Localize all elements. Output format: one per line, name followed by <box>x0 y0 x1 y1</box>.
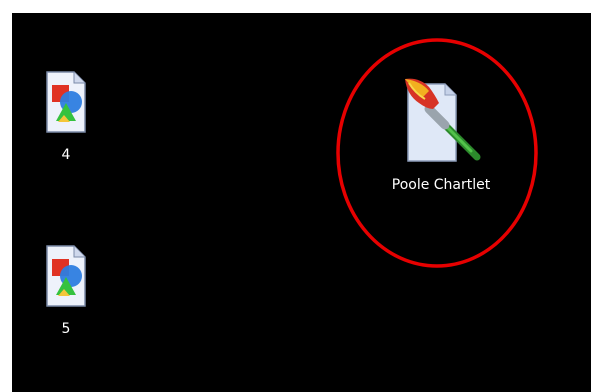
paint-file-icon <box>393 71 489 165</box>
desktop-icon-4[interactable]: 4 <box>30 71 102 163</box>
desktop-icon-label: Poole Chartlet <box>391 177 491 193</box>
desktop: 4 5 Poole Chartlet <box>12 13 591 392</box>
image-file-icon <box>46 245 86 307</box>
desktop-icon-label: 4 <box>61 147 71 163</box>
image-file-icon <box>46 71 86 133</box>
desktop-icon-5[interactable]: 5 <box>30 245 102 337</box>
desktop-icon-label: 5 <box>61 321 71 337</box>
desktop-icon-poole-chartlet[interactable]: Poole Chartlet <box>361 71 521 193</box>
